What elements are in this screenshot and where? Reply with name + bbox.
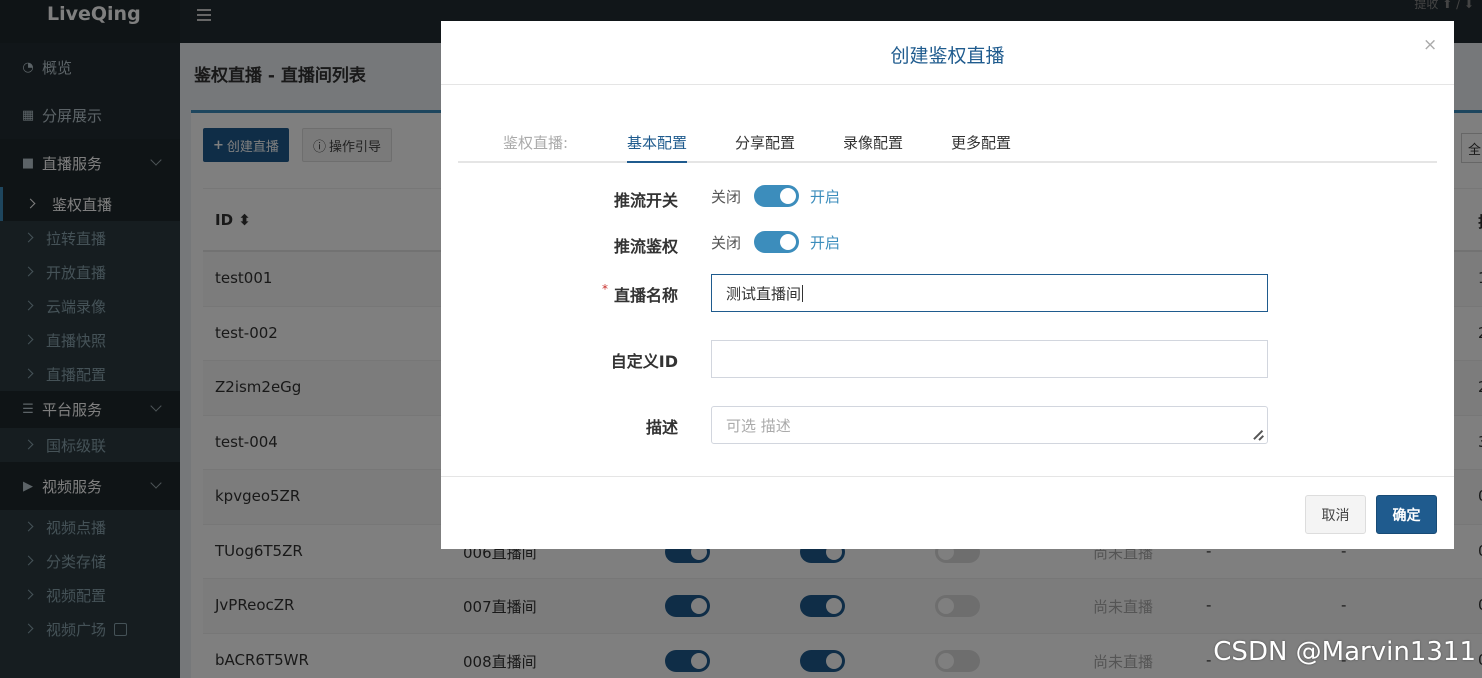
tab-basic-config[interactable]: 基本配置 bbox=[627, 132, 688, 163]
custom-id-label: 自定义ID bbox=[610, 352, 678, 371]
description-textarea[interactable]: 可选 描述 bbox=[711, 406, 1268, 444]
tab-share-config[interactable]: 分享配置 bbox=[735, 132, 795, 163]
push-auth-toggle[interactable] bbox=[754, 231, 799, 253]
description-label: 描述 bbox=[645, 418, 678, 437]
push-auth-label: 推流鉴权 bbox=[613, 237, 678, 256]
live-name-value: 测试直播间 bbox=[726, 284, 802, 303]
text-caret bbox=[802, 284, 804, 302]
live-name-input[interactable]: 测试直播间 bbox=[711, 274, 1268, 312]
push-auth-on-label: 开启 bbox=[810, 234, 841, 252]
confirm-button[interactable]: 确定 bbox=[1376, 495, 1437, 534]
create-auth-live-modal: 创建鉴权直播 × 鉴权直播: 基本配置 分享配置 录像配置 更多配置 推流开关 … bbox=[441, 21, 1454, 549]
watermark: CSDN @Marvin1311 bbox=[1213, 637, 1476, 667]
push-auth-off-label: 关闭 bbox=[711, 234, 742, 252]
push-switch-toggle[interactable] bbox=[754, 185, 799, 207]
description-placeholder: 可选 描述 bbox=[726, 416, 791, 435]
modal-header: 创建鉴权直播 × bbox=[441, 21, 1454, 85]
close-icon[interactable]: × bbox=[1423, 35, 1437, 55]
tab-record-config[interactable]: 录像配置 bbox=[843, 132, 903, 163]
modal-footer: 取消 确定 bbox=[441, 476, 1454, 549]
push-switch-on-label: 开启 bbox=[810, 188, 841, 206]
modal-tabs: 鉴权直播: 基本配置 分享配置 录像配置 更多配置 bbox=[458, 127, 1437, 163]
modal-title: 创建鉴权直播 bbox=[890, 45, 1005, 67]
tab-more-config[interactable]: 更多配置 bbox=[951, 132, 1011, 163]
push-switch-off-label: 关闭 bbox=[711, 188, 742, 206]
live-name-label: * 直播名称 bbox=[541, 282, 678, 306]
live-name-label-text: 直播名称 bbox=[613, 286, 678, 305]
resize-handle-icon[interactable] bbox=[1253, 429, 1264, 440]
custom-id-input[interactable] bbox=[711, 340, 1268, 378]
cancel-button[interactable]: 取消 bbox=[1305, 495, 1366, 534]
push-switch-label: 推流开关 bbox=[613, 191, 678, 210]
tabs-lead-label: 鉴权直播: bbox=[503, 134, 569, 152]
required-mark: * bbox=[601, 282, 608, 296]
